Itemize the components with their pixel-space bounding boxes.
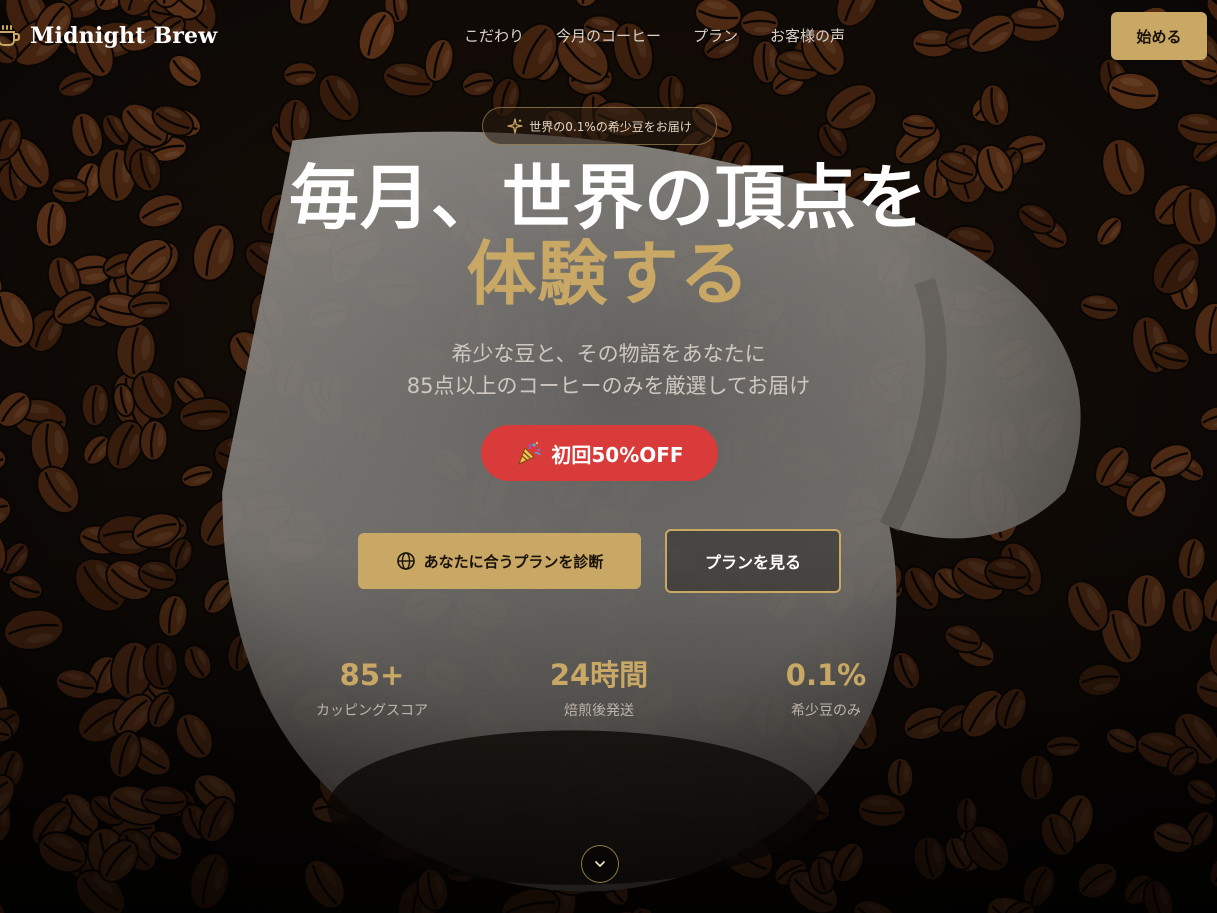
globe-icon [396, 552, 415, 570]
chevron-down-icon [595, 861, 605, 867]
view-plans-button[interactable]: プランを見る [665, 529, 841, 593]
site-header: Midnight Brew こだわり 今月のコーヒー プラン お客様の声 始める [0, 0, 1217, 72]
stat-cupping-score: 85+ カッピングスコア [262, 655, 482, 721]
brand-name: Midnight Brew [30, 23, 218, 49]
rare-beans-badge: 世界の0.1%の希少豆をお届け [482, 107, 717, 145]
plan-diagnosis-label: あなたに合うプランを診断 [423, 552, 604, 571]
badge-text: 世界の0.1%の希少豆をお届け [529, 119, 692, 134]
headline-line-1: 毎月、世界の頂点を [289, 156, 928, 239]
plan-diagnosis-button[interactable]: あなたに合うプランを診断 [358, 533, 641, 589]
hero-headline: 毎月、世界の頂点を 体験する [0, 160, 1217, 312]
coffee-cup-icon [0, 25, 21, 46]
nav-item-testimonials[interactable]: お客様の声 [770, 24, 845, 48]
subtitle-line-2: 85点以上のコーヒーのみを厳選してお届け [406, 374, 811, 398]
stat-label: カッピングスコア [316, 703, 428, 719]
promo-text: 初回50%OFF [551, 442, 684, 467]
headline-line-2: 体験する [466, 232, 751, 315]
subtitle-line-1: 希少な豆と、その物語をあなたに [451, 342, 766, 366]
nav-item-monthly-coffee[interactable]: 今月のコーヒー [556, 24, 661, 48]
sparkles-icon [507, 118, 523, 134]
nav-item-plans[interactable]: プラン [693, 24, 738, 48]
scroll-down-button[interactable] [581, 845, 619, 883]
stat-value: 0.1% [785, 658, 867, 692]
hero-subtitle: 希少な豆と、その物語をあなたに 85点以上のコーヒーのみを厳選してお届け [0, 338, 1217, 402]
start-button[interactable]: 始める [1111, 12, 1207, 60]
nav-item-kodawari[interactable]: こだわり [464, 24, 524, 48]
stat-value: 85+ [339, 658, 405, 692]
party-popper-icon [518, 441, 541, 465]
main-nav: こだわり 今月のコーヒー プラン お客様の声 [464, 24, 845, 48]
stat-shipping-time: 24時間 焙煎後発送 [489, 655, 709, 721]
stat-label: 焙煎後発送 [564, 703, 634, 719]
first-order-discount-badge[interactable]: 初回50%OFF [481, 425, 718, 481]
stat-value: 24時間 [549, 658, 649, 692]
brand-logo[interactable]: Midnight Brew [0, 20, 217, 52]
stat-label: 希少豆のみ [791, 703, 861, 719]
stat-rare-beans: 0.1% 希少豆のみ [716, 655, 936, 721]
